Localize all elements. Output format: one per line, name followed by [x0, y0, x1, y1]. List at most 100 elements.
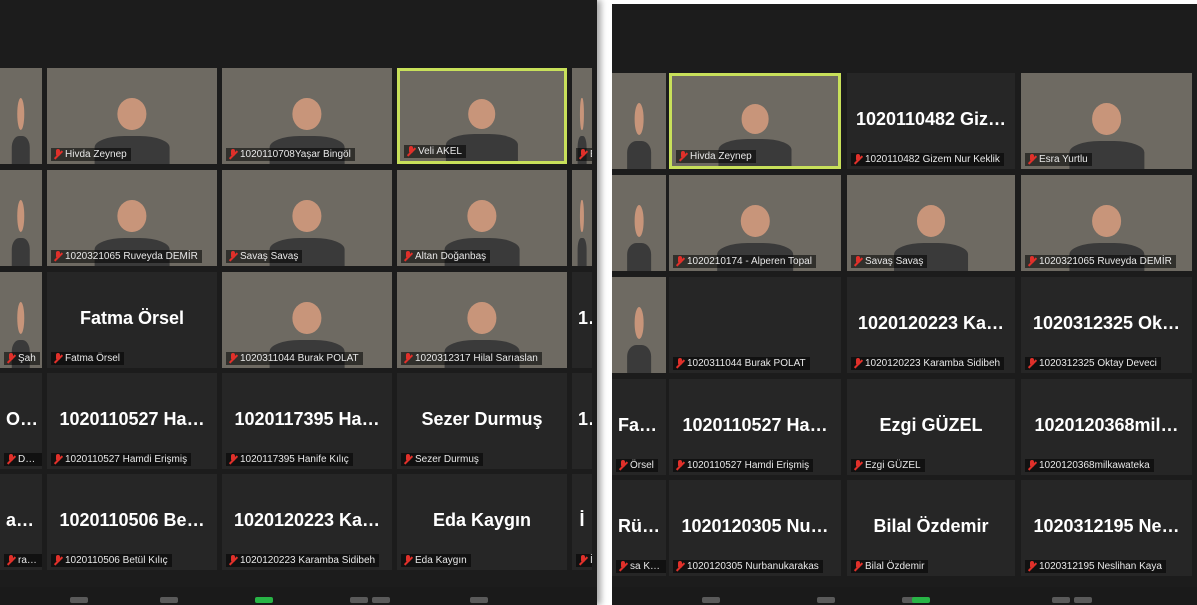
participant-tile[interactable]: Şah [0, 272, 42, 368]
participant-name-label: 1020312195 Neslihan Kaya [1025, 560, 1166, 573]
mic-muted-icon [854, 561, 862, 572]
mic-button[interactable] [702, 597, 720, 603]
participant-tile[interactable]: Veli AKEL [397, 68, 567, 164]
participant-display-name: 1020120305 Nu… [681, 516, 829, 537]
participant-display-name: Fatma Örsel [79, 308, 185, 329]
participant-tile[interactable]: 1020311044 Burak POLAT [222, 272, 392, 368]
participant-tile[interactable]: 1020120305 Nu… 1020120305 Nurbanukarakas [669, 480, 841, 576]
reactions-button[interactable] [470, 597, 488, 603]
participant-name-label: 1020110708Yaşar Bingöl [226, 148, 355, 161]
participant-name-label: 1020110527 Hamdi Erişmiş [51, 453, 192, 466]
participant-name-label: 1020120368milkawateka [1025, 459, 1154, 472]
participant-name-label: Fatma Örsel [51, 352, 125, 365]
chat-button[interactable] [1074, 597, 1092, 603]
participant-display-name: 1020110482 Giz… [855, 109, 1007, 130]
participant-name: 1020110506 Betül Kılıç [65, 555, 168, 566]
participant-name-label: Bilal Özdemir [851, 560, 929, 573]
mic-muted-icon [54, 353, 62, 364]
participant-display-name: Ezgi GÜZEL [879, 415, 983, 436]
participant-tile[interactable]: 1020312325 Ok… 1020312325 Oktay Deveci [1021, 277, 1192, 373]
participant-tile[interactable]: at… ra Ö… [0, 474, 42, 570]
participant-tile[interactable]: 1020312195 Ne… 1020312195 Neslihan Kaya [1021, 480, 1192, 576]
participant-name-label: Veli AKEL [404, 145, 466, 158]
participant-tile[interactable]: Savaş Savaş [222, 170, 392, 266]
participant-tile[interactable]: 10 [572, 272, 592, 368]
participant-tile[interactable]: Altan Doğanbaş [397, 170, 567, 266]
participant-tile[interactable]: 1020120223 Ka… 1020120223 Karamba Sidibeh [847, 277, 1015, 373]
participant-tile[interactable]: Rü… sa Kefkir [612, 480, 666, 576]
mic-muted-icon [407, 146, 415, 157]
participant-tile[interactable]: 1020312317 Hilal Sarıaslan [397, 272, 567, 368]
participant-tile[interactable]: Eda Kaygın Eda Kaygın [397, 474, 567, 570]
participant-tile[interactable]: İ İlay [572, 474, 592, 570]
participant-tile[interactable]: 1020321065 Ruveyda DEMİR [1021, 175, 1192, 271]
participant-tile[interactable]: 1020110482 Giz… 1020110482 Gizem Nur Kekl… [847, 73, 1015, 169]
participant-tile[interactable] [612, 277, 666, 373]
participant-video [577, 191, 587, 266]
participant-tile[interactable]: 1020110506 Be… 1020110506 Betül Kılıç [47, 474, 217, 570]
mic-muted-icon [1028, 561, 1036, 572]
participant-tile[interactable]: Ezgi GÜZEL Ezgi GÜZEL [847, 379, 1015, 475]
participant-tile[interactable]: Bilal Özdemir Bilal Özdemir [847, 480, 1015, 576]
mic-muted-icon [854, 256, 862, 267]
participant-tile[interactable]: 1020120368mil… 1020120368milkawateka [1021, 379, 1192, 475]
participant-tile[interactable]: 1020110708Yaşar Bingöl [222, 68, 392, 164]
participant-name-label: Altan Doğanbaş [401, 250, 491, 263]
video-button[interactable] [160, 597, 178, 603]
chat-button[interactable] [372, 597, 390, 603]
participant-tile[interactable] [0, 170, 42, 266]
participant-tile[interactable] [612, 175, 666, 271]
video-button[interactable] [817, 597, 835, 603]
participant-tile[interactable]: Hivda Zeynep [669, 73, 841, 169]
zoom-window-left: Hivda Zeynep 1020110708Yaşar Bingöl Veli A… [0, 0, 597, 605]
participant-name: Esra Yurtlu [1039, 154, 1088, 165]
participant-tile[interactable]: 1020120223 Ka… 1020120223 Karamba Sidibeh [222, 474, 392, 570]
mic-muted-icon [619, 561, 627, 572]
participant-tile[interactable]: Fat… Örsel [612, 379, 666, 475]
participant-name-label: 1020321065 Ruveyda DEMİR [1025, 255, 1176, 268]
participant-name: sa Kefkir [630, 561, 666, 572]
participant-tile[interactable]: Fatma Örsel Fatma Örsel [47, 272, 217, 368]
participant-tile[interactable]: 1020110527 Ha… 1020110527 Hamdi Erişmiş [47, 373, 217, 469]
mic-button[interactable] [70, 597, 88, 603]
participant-name-label: 1020311044 Burak POLAT [226, 352, 363, 365]
participant-name-label: 1020321065 Ruveyda DEMİR [51, 250, 202, 263]
participant-name: Hivda Zeynep [65, 149, 127, 160]
participant-tile[interactable]: 1020110527 Ha… 1020110527 Hamdi Erişmiş [669, 379, 841, 475]
participant-tile[interactable]: Esra [572, 68, 592, 164]
participant-tile[interactable]: 1020311044 Burak POLAT [669, 277, 841, 373]
participant-tile[interactable]: Savaş Savaş [847, 175, 1015, 271]
participant-tile[interactable]: Ok… Deveci [0, 373, 42, 469]
participant-tile[interactable] [612, 73, 666, 169]
participant-tile[interactable]: Esra Yurtlu [1021, 73, 1192, 169]
participant-name: Veli AKEL [418, 146, 462, 157]
participant-tile[interactable]: 1020321065 Ruveyda DEMİR [47, 170, 217, 266]
participant-name: 1020120223 Karamba Sidibeh [240, 555, 376, 566]
participants-button[interactable] [350, 597, 368, 603]
participant-name: Eda Kaygın [415, 555, 467, 566]
participant-name-label: Ezgi GÜZEL [851, 459, 925, 472]
participant-tile[interactable]: 10 [572, 373, 592, 469]
participant-tile[interactable]: 1020117395 Ha… 1020117395 Hanife Kılıç [222, 373, 392, 469]
participant-name: Altan Doğanbaş [415, 251, 487, 262]
participant-name-label: 1020120223 Karamba Sidibeh [226, 554, 380, 567]
participant-name: Hivda Zeynep [690, 151, 752, 162]
participant-name: 1020110708Yaşar Bingöl [240, 149, 351, 160]
mic-muted-icon [854, 154, 862, 165]
participant-tile[interactable]: Sezer Durmuş Sezer Durmuş [397, 373, 567, 469]
participant-video [627, 94, 651, 169]
mic-muted-icon [854, 358, 862, 369]
participant-tile[interactable] [0, 68, 42, 164]
mic-muted-icon [54, 454, 62, 465]
participant-tile[interactable] [572, 170, 592, 266]
participants-button[interactable] [1052, 597, 1070, 603]
participant-name-label: 1020312317 Hilal Sarıaslan [401, 352, 542, 365]
share-screen-button[interactable] [255, 597, 273, 603]
participant-display-name: Eda Kaygın [432, 510, 532, 531]
participant-display-name: 1020312325 Ok… [1032, 313, 1181, 334]
participant-tile[interactable]: 1020210174 - Alperen Topal [669, 175, 841, 271]
participant-tile[interactable]: Hivda Zeynep [47, 68, 217, 164]
participant-display-name: 1020120223 Ka… [857, 313, 1005, 334]
participant-name: 1020321065 Ruveyda DEMİR [65, 251, 198, 262]
share-screen-button[interactable] [912, 597, 930, 603]
